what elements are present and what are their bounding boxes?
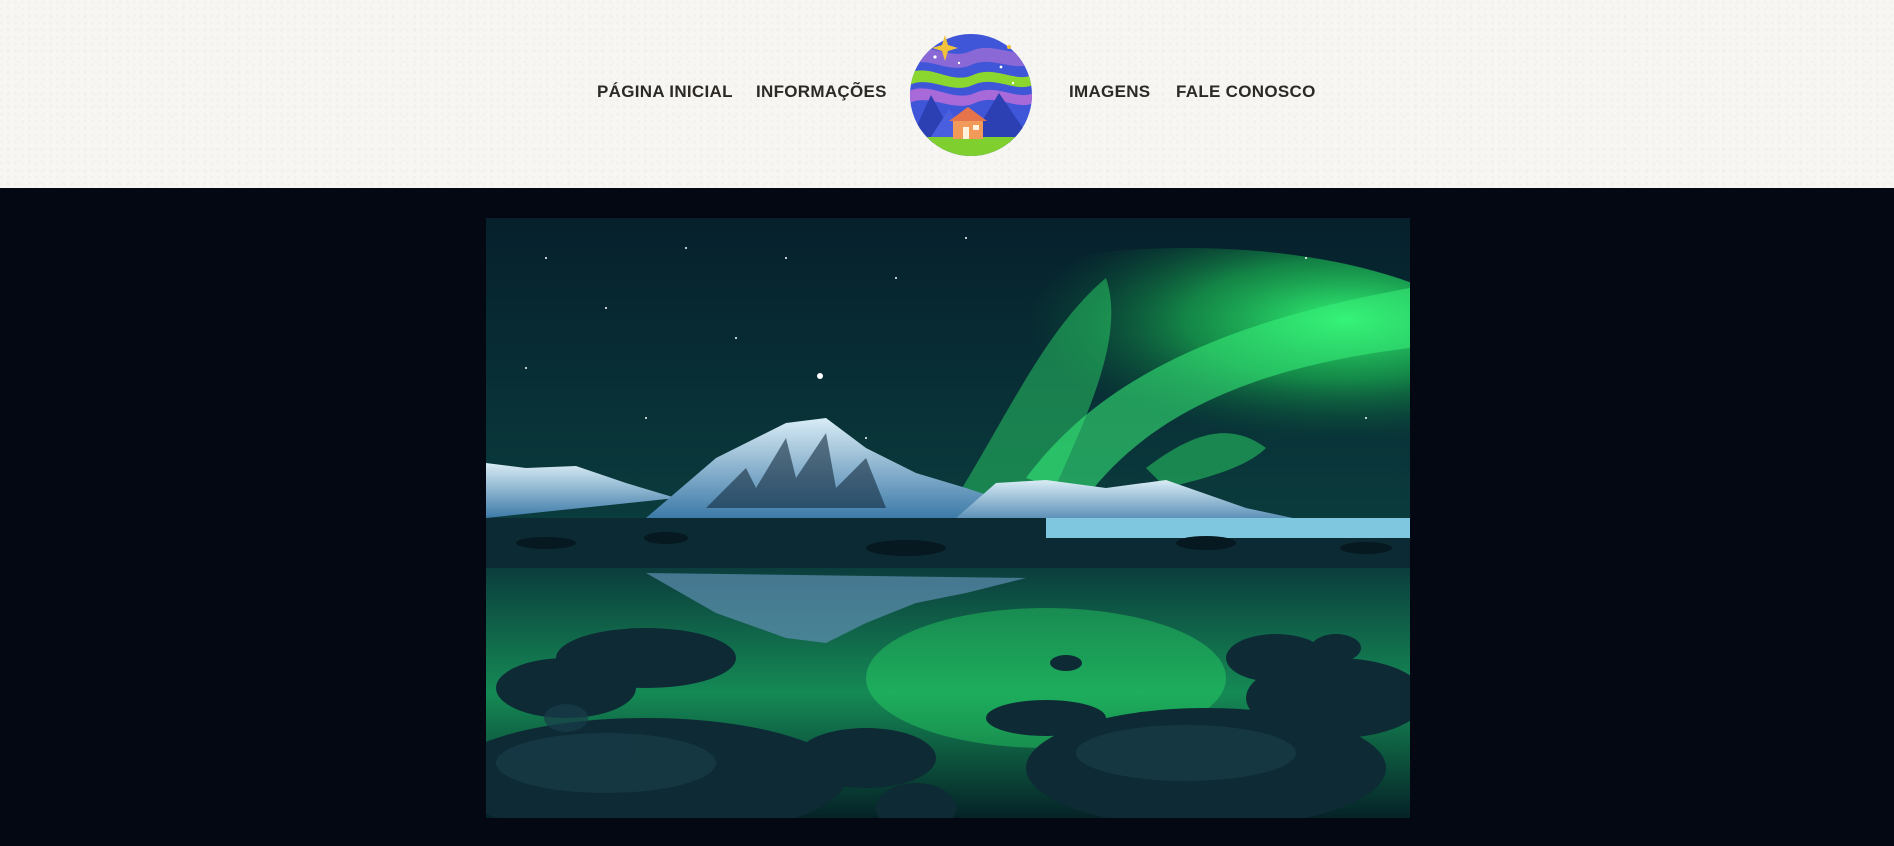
site-header: PÁGINA INICIAL INFORMAÇÕES IMAGENS FALE … xyxy=(0,0,1894,188)
nav-link-home[interactable]: PÁGINA INICIAL xyxy=(597,82,733,102)
aurora-cabin-logo-icon[interactable] xyxy=(909,33,1033,157)
nav-link-contact[interactable]: FALE CONOSCO xyxy=(1176,82,1316,102)
nav-link-info[interactable]: INFORMAÇÕES xyxy=(756,82,887,102)
nav-link-images[interactable]: IMAGENS xyxy=(1069,82,1150,102)
aurora-borealis-mountain-lake-image xyxy=(486,218,1410,818)
